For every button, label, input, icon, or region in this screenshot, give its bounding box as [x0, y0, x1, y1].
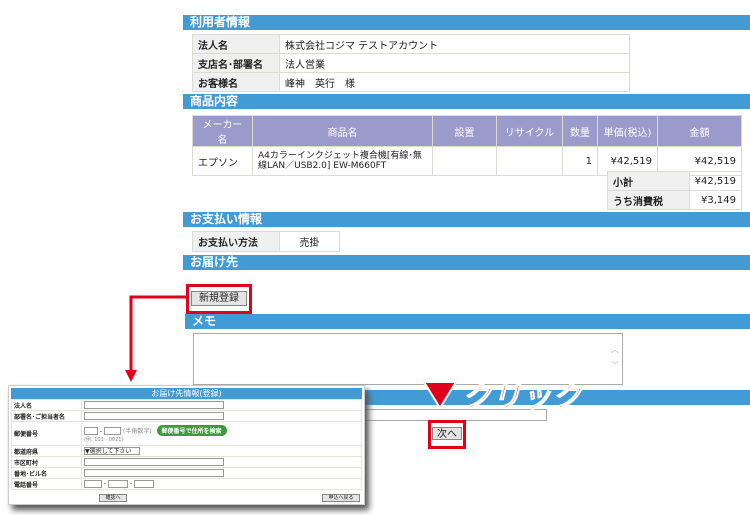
tel2-input[interactable]	[107, 480, 128, 488]
section-header-payment: お支払い情報	[183, 212, 750, 227]
arrow-down-icon	[125, 370, 137, 382]
section-header-delivery: お届け先	[183, 255, 750, 270]
value: 峰神 英行 様	[279, 72, 630, 92]
field-label: 郵便番号	[11, 421, 82, 446]
summary-table: 小計 ¥42,519 うち消費税 ¥3,149	[607, 171, 743, 210]
col-header: リサイクル	[496, 115, 563, 147]
arrow-connector	[125, 295, 186, 382]
install	[432, 146, 497, 176]
col-header: 単価(税込)	[597, 115, 658, 147]
section-header-user: 利用者情報	[183, 15, 750, 30]
col-header: 金額	[657, 115, 742, 147]
highlight-box	[186, 284, 252, 314]
product-name: A4カラーインクジェット複合機[有線･無線LAN／USB2.0] EW-M660…	[252, 146, 433, 176]
scroll-up-icon[interactable]: ︿	[611, 344, 619, 355]
value: 法人営業	[279, 53, 630, 73]
zip1-input[interactable]	[84, 427, 98, 435]
popup-title: お届け先情報(登録)	[11, 388, 362, 399]
address-input[interactable]	[84, 469, 224, 477]
company-input[interactable]	[84, 401, 224, 409]
back-button[interactable]: 申込へ戻る	[322, 494, 360, 502]
click-label: クリック	[461, 380, 583, 415]
highlight-box	[428, 420, 466, 449]
label: 法人名	[192, 34, 280, 54]
zip-hint: (半角数字)	[122, 427, 152, 435]
user-info-table: 法人名 株式会社コジマ テストアカウント 支店名･部署名 法人営業 お客様名 峰神 英…	[192, 34, 630, 92]
zip-example: (例: 101 - 0021)	[84, 436, 124, 443]
field-label: 法人名	[11, 399, 82, 411]
quantity: 1	[562, 146, 598, 176]
section-header-products: 商品内容	[183, 94, 750, 109]
col-header: メーカー名	[192, 115, 253, 147]
payment-table: お支払い方法 売掛	[192, 231, 340, 252]
down-triangle-icon	[422, 381, 458, 410]
zip2-input[interactable]	[103, 427, 121, 435]
scroll-down-icon[interactable]: ﹀	[611, 360, 619, 371]
label: お客様名	[192, 72, 280, 92]
product-table: メーカー名 商品名 設置 リサイクル 数量 単価(税込) 金額 エプソン A4カ…	[192, 115, 742, 176]
city-input[interactable]	[84, 458, 224, 466]
subtotal-value: ¥42,519	[688, 171, 743, 191]
confirm-button[interactable]: 確認へ	[99, 494, 127, 502]
subtotal-label: 小計	[607, 171, 690, 191]
maker: エプソン	[192, 146, 253, 176]
zip-search-button[interactable]: 郵便番号で住所を検索	[156, 424, 227, 436]
value: 株式会社コジマ テストアカウント	[279, 34, 630, 54]
recycle	[496, 146, 563, 176]
delivery-registration-popup: お届け先情報(登録) 法人名 部署名･ご担当者名 郵便番号 - (半角数字) 郵…	[8, 385, 365, 505]
payment-label: お支払い方法	[192, 231, 280, 252]
tel1-input[interactable]	[84, 480, 102, 488]
department-input[interactable]	[84, 412, 224, 420]
tax-value: ¥3,149	[688, 190, 743, 210]
section-header-memo: メモ	[185, 314, 750, 329]
tel3-input[interactable]	[133, 480, 154, 488]
prefecture-select[interactable]: ▼選択して下さい	[84, 447, 140, 455]
payment-value: 売掛	[279, 231, 340, 252]
field-label: 電話番号	[11, 478, 82, 490]
col-header: 商品名	[252, 115, 433, 147]
col-header: 設置	[432, 115, 497, 147]
label: 支店名･部署名	[192, 53, 280, 73]
field-label: 市区町村	[11, 456, 82, 468]
field-label: 部署名･ご担当者名	[11, 410, 82, 422]
col-header: 数量	[562, 115, 598, 147]
tax-label: うち消費税	[607, 190, 690, 210]
field-label: 都道府県	[11, 445, 82, 457]
field-label: 番地･ビル名	[11, 467, 82, 479]
